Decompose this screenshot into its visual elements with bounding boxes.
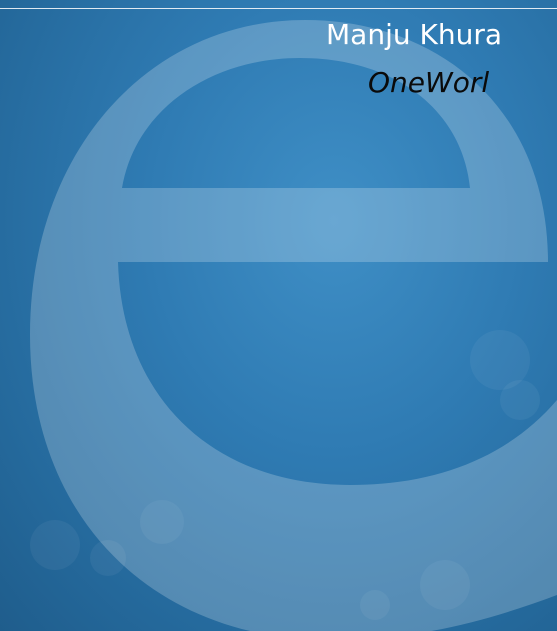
- slide-background: Manju Khura OneWorl: [0, 0, 557, 631]
- organization-name: OneWorl: [368, 66, 490, 99]
- author-name: Manju Khura: [326, 18, 503, 51]
